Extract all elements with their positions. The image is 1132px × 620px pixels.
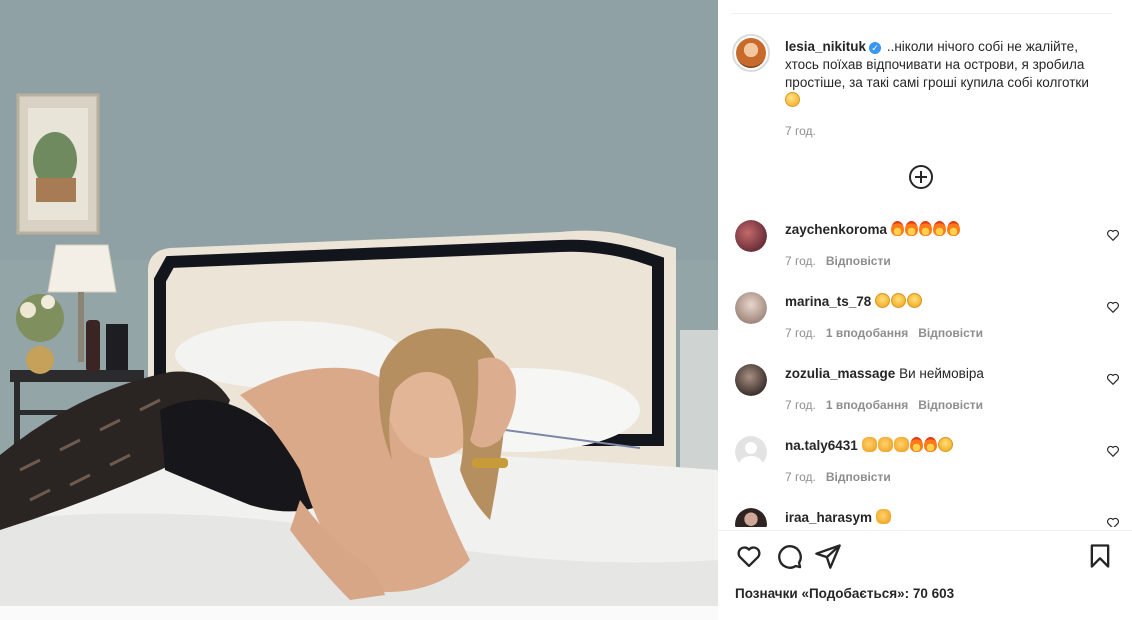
comment-like-heart-icon[interactable] — [1106, 516, 1120, 527]
fire-emoji-icon — [932, 221, 946, 236]
divider — [732, 13, 1112, 14]
fire-emoji-icon — [909, 437, 923, 452]
commenter-avatar[interactable] — [735, 292, 767, 324]
comments-list: zaychenkoroma 7 год. Відповісти marina_ts… — [732, 214, 1122, 527]
laugh-emoji-icon — [907, 293, 923, 308]
author-username[interactable]: lesia_nikituk — [785, 39, 866, 54]
send-icon[interactable] — [814, 542, 842, 570]
comment-body: zaychenkoroma — [785, 221, 961, 239]
comment-meta: 7 год. 1 вподобання Відповісти — [785, 398, 993, 412]
comment-body: na.taly6431 — [785, 437, 954, 455]
fire-emoji-icon — [946, 221, 960, 236]
bookmark-icon[interactable] — [1086, 542, 1114, 570]
comment-body: marina_ts_78 — [785, 293, 923, 311]
fire-emoji-icon — [890, 221, 904, 236]
laugh-emoji-icon — [891, 293, 907, 308]
photo-bottom-strip — [0, 606, 718, 620]
comment-like-heart-icon[interactable] — [1106, 228, 1120, 242]
reply-button[interactable]: Відповісти — [826, 254, 891, 268]
fire-emoji-icon — [923, 437, 937, 452]
commenter-username[interactable]: na.taly6431 — [785, 438, 858, 453]
commenter-avatar[interactable] — [735, 508, 767, 527]
commenter-username[interactable]: zozulia_massage — [785, 366, 895, 381]
plus-circle-icon — [915, 171, 927, 183]
comment-icon[interactable] — [775, 542, 803, 570]
post-side-panel: lesia_nikituk ✓ ..ніколи нічого собі не ж… — [718, 0, 1132, 620]
commenter-username[interactable]: iraa_harasym — [785, 510, 872, 525]
clap-emoji-icon — [893, 437, 909, 452]
reply-button[interactable]: Відповісти — [918, 398, 983, 412]
caption-time[interactable]: 7 год. — [785, 124, 816, 138]
commenter-avatar[interactable] — [735, 364, 767, 396]
clap-emoji-icon — [877, 437, 893, 452]
comment-body: zozulia_massage Ви неймовіра — [785, 365, 984, 383]
likes-count[interactable]: Позначки «Подобається»: 70 603 — [735, 586, 954, 601]
laugh-emoji-icon — [875, 293, 891, 308]
commenter-username[interactable]: zaychenkoroma — [785, 222, 887, 237]
load-more-comments-button[interactable] — [909, 165, 933, 189]
verified-badge-icon: ✓ — [869, 42, 882, 54]
comment-likes-count[interactable]: 1 вподобання — [826, 398, 908, 412]
comment-body: iraa_harasym — [785, 509, 892, 527]
comment-meta: 7 год. Відповісти — [785, 254, 901, 268]
heart-eyes-emoji-icon — [937, 437, 953, 452]
comment-time[interactable]: 7 год. — [785, 470, 816, 484]
reply-button[interactable]: Відповісти — [918, 326, 983, 340]
comment-like-heart-icon[interactable] — [1106, 444, 1120, 458]
divider — [718, 530, 1132, 531]
clap-emoji-icon — [861, 437, 877, 452]
fire-emoji-icon — [918, 221, 932, 236]
author-avatar[interactable] — [732, 34, 770, 72]
commenter-avatar-default[interactable] — [735, 436, 767, 468]
smirk-emoji-icon — [785, 92, 800, 107]
comment-like-heart-icon[interactable] — [1106, 300, 1120, 314]
comment-meta: 7 год. Відповісти — [785, 470, 901, 484]
heart-icon[interactable] — [735, 542, 763, 570]
clap-emoji-icon — [875, 509, 891, 524]
comment-time[interactable]: 7 год. — [785, 398, 816, 412]
comment-item: iraa_harasym — [732, 502, 1122, 527]
comment-item: zozulia_massage Ви неймовіра 7 год. 1 впо… — [732, 358, 1122, 430]
fire-emoji-icon — [904, 221, 918, 236]
post-photo[interactable] — [0, 0, 718, 606]
comment-time[interactable]: 7 год. — [785, 326, 816, 340]
commenter-username[interactable]: marina_ts_78 — [785, 294, 871, 309]
reply-button[interactable]: Відповісти — [826, 470, 891, 484]
comment-text: Ви неймовіра — [899, 366, 984, 381]
comment-item: na.taly6431 7 год. Відповісти — [732, 430, 1122, 502]
comment-likes-count[interactable]: 1 вподобання — [826, 326, 908, 340]
post-action-bar — [732, 542, 1122, 572]
commenter-avatar[interactable] — [735, 220, 767, 252]
comment-time[interactable]: 7 год. — [785, 254, 816, 268]
photo-illustration — [0, 0, 718, 606]
caption-text-block: lesia_nikituk ✓ ..ніколи нічого собі не ж… — [785, 38, 1115, 110]
comment-meta: 7 год. 1 вподобання Відповісти — [785, 326, 993, 340]
comment-item: zaychenkoroma 7 год. Відповісти — [732, 214, 1122, 286]
comment-like-heart-icon[interactable] — [1106, 372, 1120, 386]
comment-item: marina_ts_78 7 год. 1 вподобання Відповіст… — [732, 286, 1122, 358]
